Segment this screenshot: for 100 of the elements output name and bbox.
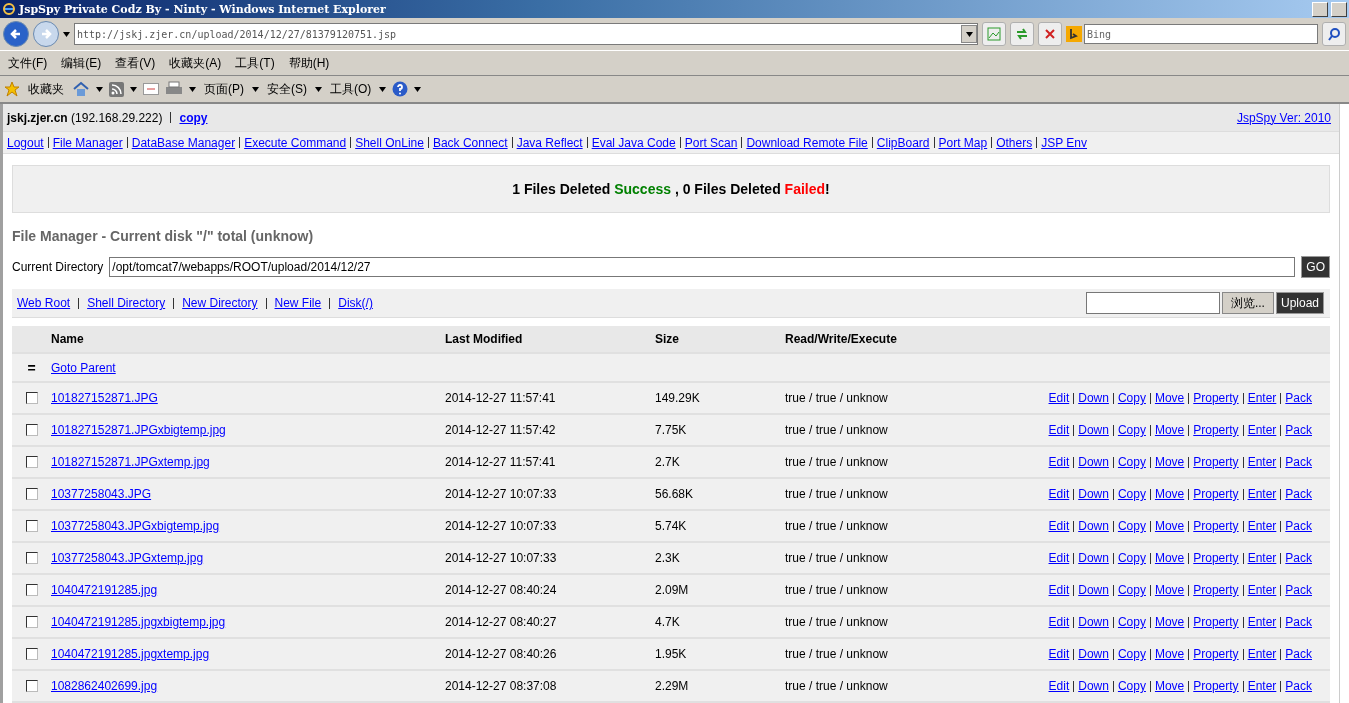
caret-icon[interactable] xyxy=(63,31,70,37)
action-link[interactable]: Pack xyxy=(1285,551,1312,565)
action-link[interactable]: Move xyxy=(1154,519,1185,533)
refresh-button[interactable] xyxy=(1010,22,1034,46)
action-link[interactable]: Down xyxy=(1078,519,1109,533)
action-link[interactable]: Property xyxy=(1193,647,1239,661)
action-link[interactable]: Enter xyxy=(1247,615,1277,629)
row-checkbox[interactable] xyxy=(25,424,38,436)
row-checkbox[interactable] xyxy=(25,392,38,404)
action-link[interactable]: Move xyxy=(1154,391,1185,405)
action-link[interactable]: Move xyxy=(1154,615,1185,629)
rss-icon[interactable] xyxy=(109,81,124,97)
nav-link[interactable]: DataBase Manager xyxy=(131,135,236,150)
action-link[interactable]: Down xyxy=(1078,647,1109,661)
help-icon[interactable] xyxy=(392,81,409,97)
file-link[interactable]: 1040472191285.jpgxbigtemp.jpg xyxy=(51,615,226,629)
action-link[interactable]: Copy xyxy=(1117,583,1146,597)
action-link[interactable]: Pack xyxy=(1285,647,1312,661)
file-link[interactable]: 1082862402699.jpg xyxy=(51,679,158,693)
action-link[interactable]: Down xyxy=(1078,455,1109,469)
action-link[interactable]: Copy xyxy=(1117,551,1146,565)
file-link[interactable]: 10377258043.JPGxbigtemp.jpg xyxy=(51,519,220,533)
action-link[interactable]: Edit xyxy=(1048,519,1070,533)
toolbar-menu[interactable]: 安全(S) xyxy=(265,80,309,98)
action-link[interactable]: Move xyxy=(1154,647,1185,661)
action-link[interactable]: Edit xyxy=(1048,647,1070,661)
action-link[interactable]: Pack xyxy=(1285,391,1312,405)
nav-link[interactable]: JSP Env xyxy=(1041,135,1087,150)
dropdown-arrow-icon[interactable] xyxy=(965,31,973,37)
file-link[interactable]: 101827152871.JPGxtemp.jpg xyxy=(51,455,210,469)
row-checkbox[interactable] xyxy=(25,648,38,660)
action-link[interactable]: Copy xyxy=(1117,423,1146,437)
nav-link[interactable]: Port Scan xyxy=(684,135,738,150)
printer-icon[interactable] xyxy=(165,81,183,97)
row-checkbox[interactable] xyxy=(25,520,38,532)
action-link[interactable]: Copy xyxy=(1117,615,1146,629)
action-link[interactable]: Edit xyxy=(1048,551,1070,565)
row-checkbox[interactable] xyxy=(25,584,38,596)
file-link[interactable]: 10377258043.JPGxtemp.jpg xyxy=(51,551,204,565)
action-link[interactable]: Move xyxy=(1154,487,1185,501)
file-link[interactable]: 101827152871.JPGxbigtemp.jpg xyxy=(51,423,226,437)
action-link[interactable]: Copy xyxy=(1117,455,1146,469)
version-link[interactable]: JspSpy Ver: 2010 xyxy=(1236,110,1331,125)
row-checkbox[interactable] xyxy=(25,456,38,468)
address-field[interactable]: http://jskj.zjer.cn/upload/2014/12/27/81379120751.jsp xyxy=(74,23,978,45)
nav-link[interactable]: ClipBoard xyxy=(876,135,930,150)
action-link[interactable]: Edit xyxy=(1048,583,1070,597)
action-link[interactable]: Down xyxy=(1078,391,1109,405)
nav-link[interactable]: Others xyxy=(996,135,1033,150)
action-link[interactable]: Copy xyxy=(1117,487,1146,501)
row-checkbox[interactable] xyxy=(25,488,38,500)
row-checkbox[interactable] xyxy=(25,616,38,628)
action-link[interactable]: Enter xyxy=(1247,455,1277,469)
action-link[interactable]: Edit xyxy=(1048,423,1070,437)
directory-link[interactable]: New Directory xyxy=(182,296,258,310)
action-link[interactable]: Property xyxy=(1193,519,1239,533)
close-icon[interactable] xyxy=(1044,28,1056,40)
action-link[interactable]: Property xyxy=(1193,455,1239,469)
go-button[interactable]: GO xyxy=(1301,256,1330,278)
stop-button[interactable] xyxy=(1038,22,1062,46)
action-link[interactable]: Down xyxy=(1078,423,1109,437)
back-arrow-icon[interactable] xyxy=(10,28,22,40)
file-link[interactable]: 1040472191285.jpg xyxy=(51,583,158,597)
action-link[interactable]: Property xyxy=(1193,583,1239,597)
action-link[interactable]: Enter xyxy=(1247,647,1277,661)
file-link[interactable]: 10377258043.JPG xyxy=(51,487,152,501)
caret-icon[interactable] xyxy=(315,86,322,92)
action-link[interactable]: Down xyxy=(1078,679,1109,693)
directory-link[interactable]: Shell Directory xyxy=(87,296,166,310)
toolbar-menu[interactable]: 工具(O) xyxy=(328,80,374,98)
nav-link[interactable]: Port Map xyxy=(938,135,988,150)
caret-icon[interactable] xyxy=(130,86,137,92)
action-link[interactable]: Down xyxy=(1078,487,1109,501)
action-link[interactable]: Enter xyxy=(1247,391,1277,405)
action-link[interactable]: Move xyxy=(1154,455,1185,469)
action-link[interactable]: Pack xyxy=(1285,615,1312,629)
back-button[interactable] xyxy=(3,21,29,47)
action-link[interactable]: Move xyxy=(1154,423,1185,437)
home-icon[interactable] xyxy=(72,81,90,97)
action-link[interactable]: Copy xyxy=(1117,647,1146,661)
star-icon[interactable] xyxy=(4,81,20,97)
menu-item[interactable]: 文件(F) xyxy=(6,54,50,72)
action-link[interactable]: Property xyxy=(1193,551,1239,565)
action-link[interactable]: Property xyxy=(1193,487,1239,501)
action-link[interactable]: Property xyxy=(1193,391,1239,405)
menu-item[interactable]: 工具(T) xyxy=(233,54,277,72)
action-link[interactable]: Enter xyxy=(1247,519,1277,533)
action-link[interactable]: Property xyxy=(1193,615,1239,629)
copy-link[interactable]: copy xyxy=(179,110,208,125)
nav-link[interactable]: Execute Command xyxy=(244,135,347,150)
action-link[interactable]: Edit xyxy=(1048,615,1070,629)
caret-icon[interactable] xyxy=(189,86,196,92)
action-link[interactable]: Move xyxy=(1154,551,1185,565)
nav-link[interactable]: Shell OnLine xyxy=(355,135,424,150)
page-chart-icon[interactable] xyxy=(987,27,1001,41)
nav-link[interactable]: Logout xyxy=(7,135,44,150)
refresh-icon[interactable] xyxy=(1015,27,1029,41)
action-link[interactable]: Down xyxy=(1078,615,1109,629)
action-link[interactable]: Property xyxy=(1193,423,1239,437)
file-path-field[interactable] xyxy=(1085,292,1220,314)
